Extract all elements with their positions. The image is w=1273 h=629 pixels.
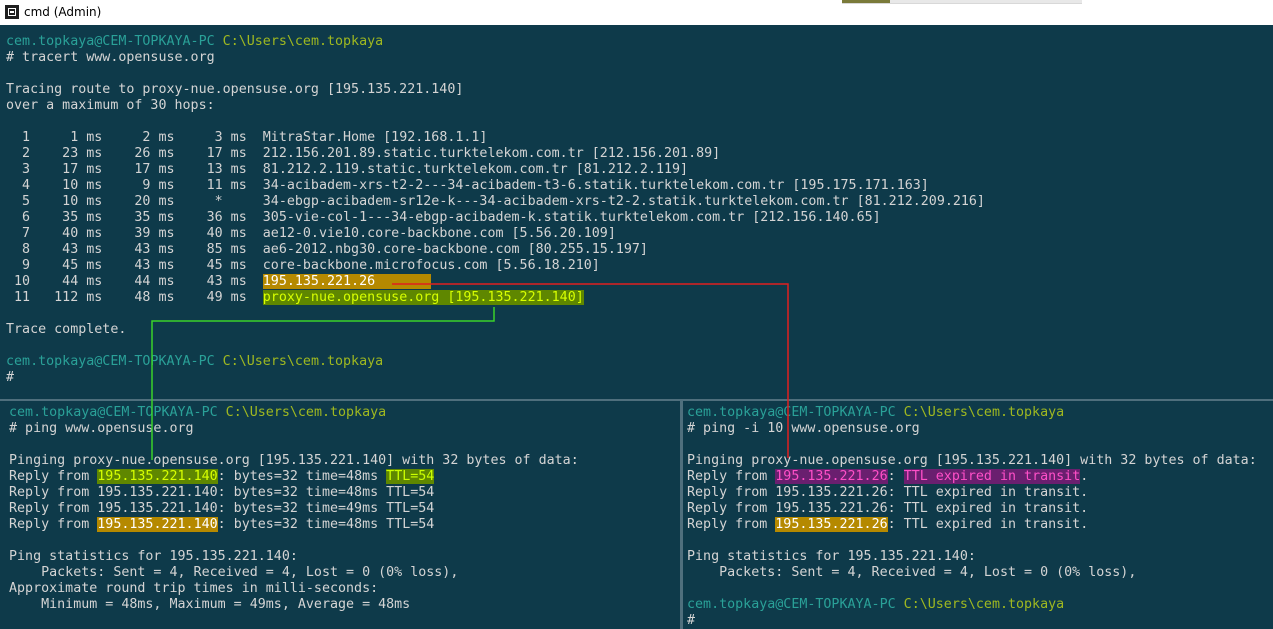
cmd-app-icon [5, 5, 19, 19]
reply-ip-highlight: 195.135.221.140 [97, 469, 218, 484]
hop-row: 3 17 ms 17 ms 13 ms 81.212.2.119.static.… [6, 162, 688, 178]
hop-host-highlight: 195.135.221.26 [262, 274, 432, 289]
min-max-avg: Minimum = 48ms, Maximum = 49ms, Average … [9, 597, 411, 612]
prompt-user: cem.topkaya@CEM-TOPKAYA-PC [6, 34, 215, 49]
hop-row: 7 40 ms 39 ms 40 ms ae12-0.vie10.core-ba… [6, 226, 616, 242]
hop-row: 1 1 ms 2 ms 3 ms MitraStar.Home [192.168… [6, 130, 487, 146]
reply-ttl-highlight: TTL=54 [386, 469, 435, 484]
pinging-line: Pinging proxy-nue.opensuse.org [195.135.… [687, 453, 1257, 468]
hop-host: ae12-0.vie10.core-backbone.com [5.56.20.… [262, 226, 616, 241]
prompt-line: cem.topkaya@CEM-TOPKAYA-PC C:\Users\cem.… [687, 597, 1064, 613]
hop-times: 11 112 ms 48 ms 49 ms [6, 290, 263, 305]
hop-times: 9 45 ms 43 ms 45 ms [6, 258, 263, 273]
ttl-expired-highlight: TTL expired in transit [903, 469, 1081, 484]
hop-times: 8 43 ms 43 ms 85 ms [6, 242, 263, 257]
taskbar-strip-accent [842, 0, 890, 3]
hop-host: 81.212.2.119.static.turktelekom.com.tr [… [262, 162, 689, 177]
reply-line: Reply from 195.135.221.26: TTL expired i… [687, 517, 1088, 533]
prompt-path: C:\Users\cem.topkaya [903, 597, 1065, 612]
trace-complete: Trace complete. [6, 322, 127, 337]
cursor-line[interactable]: # [6, 370, 14, 386]
hop-times: 2 23 ms 26 ms 17 ms [6, 146, 263, 161]
prompt-line: cem.topkaya@CEM-TOPKAYA-PC C:\Users\cem.… [6, 354, 383, 370]
reply-rest: : TTL expired in transit. [887, 517, 1089, 532]
hop-row: 8 43 ms 43 ms 85 ms ae6-2012.nbg30.core-… [6, 242, 648, 258]
terminal-pane-top[interactable]: cem.topkaya@CEM-TOPKAYA-PC C:\Users\cem.… [0, 25, 1273, 399]
pinging-line: Pinging proxy-nue.opensuse.org [195.135.… [9, 453, 579, 468]
reply-prefix: Reply from [687, 517, 776, 532]
reply-ip-highlight: 195.135.221.26 [775, 469, 888, 484]
hop-host: 305-vie-col-1---34-ebgp-acibadem-k.stati… [262, 210, 881, 225]
hop-row: 6 35 ms 35 ms 36 ms 305-vie-col-1---34-e… [6, 210, 881, 226]
stats-title: Ping statistics for 195.135.221.140: [687, 549, 976, 564]
reply-prefix: Reply from [9, 517, 98, 532]
hop-row: 9 45 ms 43 ms 45 ms core-backbone.microf… [6, 258, 600, 274]
hop-times: 3 17 ms 17 ms 13 ms [6, 162, 263, 177]
reply-line: Reply from 195.135.221.140: bytes=32 tim… [9, 485, 435, 500]
stats-packets: Packets: Sent = 4, Received = 4, Lost = … [687, 565, 1137, 580]
hop-times: 4 10 ms 9 ms 11 ms [6, 178, 263, 193]
approx-times: Approximate round trip times in milli-se… [9, 581, 379, 596]
prompt-path: C:\Users\cem.topkaya [222, 34, 384, 49]
reply-prefix: Reply from [687, 469, 776, 484]
hop-times: 7 40 ms 39 ms 40 ms [6, 226, 263, 241]
hop-times: 1 1 ms 2 ms 3 ms [6, 130, 263, 145]
stats-packets: Packets: Sent = 4, Received = 4, Lost = … [9, 565, 459, 580]
reply-line: Reply from 195.135.221.140: bytes=32 tim… [9, 517, 434, 533]
reply-line: Reply from 195.135.221.140: bytes=32 tim… [9, 501, 435, 516]
reply-line: Reply from 195.135.221.26: TTL expired i… [687, 501, 1089, 516]
command-line: # ping www.opensuse.org [9, 421, 194, 436]
prompt-path: C:\Users\cem.topkaya [225, 405, 387, 420]
title-bar: cmd (Admin) [0, 0, 1273, 25]
prompt-line: cem.topkaya@CEM-TOPKAYA-PC C:\Users\cem.… [9, 405, 386, 421]
command-line: # ping -i 10 www.opensuse.org [687, 421, 920, 436]
reply-line: Reply from 195.135.221.26: TTL expired i… [687, 485, 1089, 500]
hop-times: 5 10 ms 20 ms * [6, 194, 263, 209]
hop-row: 5 10 ms 20 ms * 34-ebgp-acibadem-sr12e-k… [6, 194, 985, 210]
prompt-line: cem.topkaya@CEM-TOPKAYA-PC C:\Users\cem.… [687, 405, 1064, 421]
prompt-user: cem.topkaya@CEM-TOPKAYA-PC [9, 405, 218, 420]
terminal-pane-right[interactable]: cem.topkaya@CEM-TOPKAYA-PC C:\Users\cem.… [683, 401, 1273, 629]
prompt-line: cem.topkaya@CEM-TOPKAYA-PC C:\Users\cem.… [6, 34, 383, 50]
hop-row-highlighted: 10 44 ms 44 ms 43 ms 195.135.221.26 [6, 274, 432, 290]
reply-rest: : bytes=32 time=48ms TTL=54 [217, 517, 435, 532]
hop-host: 34-acibadem-xrs-t2-2---34-acibadem-t3-6.… [262, 178, 929, 193]
hop-host-highlight: proxy-nue.opensuse.org [195.135.221.140] [262, 290, 584, 305]
hop-times: 10 44 ms 44 ms 43 ms [6, 274, 263, 289]
hop-times: 6 35 ms 35 ms 36 ms [6, 210, 263, 225]
cursor-line[interactable]: # [687, 613, 695, 629]
hop-host: 212.156.201.89.static.turktelekom.com.tr… [262, 146, 721, 161]
window-title: cmd (Admin) [24, 5, 102, 19]
reply-ip-highlight: 195.135.221.140 [97, 517, 218, 532]
hop-host: MitraStar.Home [192.168.1.1] [262, 130, 488, 145]
hop-host: 34-ebgp-acibadem-sr12e-k---34-acibadem-x… [262, 194, 985, 209]
hop-row: 4 10 ms 9 ms 11 ms 34-acibadem-xrs-t2-2-… [6, 178, 929, 194]
reply-line: Reply from 195.135.221.140: bytes=32 tim… [9, 469, 435, 485]
reply-prefix: Reply from [9, 469, 98, 484]
command-line: # tracert www.opensuse.org [6, 50, 215, 65]
hop-row-highlighted: 11 112 ms 48 ms 49 ms proxy-nue.opensuse… [6, 290, 584, 306]
reply-dot: . [1080, 469, 1089, 484]
hop-row: 2 23 ms 26 ms 17 ms 212.156.201.89.stati… [6, 146, 720, 162]
trace-header: Tracing route to proxy-nue.opensuse.org … [6, 82, 464, 97]
prompt-user: cem.topkaya@CEM-TOPKAYA-PC [687, 405, 896, 420]
reply-line: Reply from 195.135.221.26: TTL expired i… [687, 469, 1088, 485]
trace-max-hops: over a maximum of 30 hops: [6, 98, 215, 113]
prompt-user: cem.topkaya@CEM-TOPKAYA-PC [6, 354, 215, 369]
reply-colon: : [887, 469, 904, 484]
hop-host: core-backbone.microfocus.com [5.56.18.21… [262, 258, 600, 273]
reply-ip-highlight: 195.135.221.26 [775, 517, 888, 532]
prompt-user: cem.topkaya@CEM-TOPKAYA-PC [687, 597, 896, 612]
terminal-pane-left[interactable]: cem.topkaya@CEM-TOPKAYA-PC C:\Users\cem.… [0, 401, 680, 629]
stats-title: Ping statistics for 195.135.221.140: [9, 549, 298, 564]
prompt-path: C:\Users\cem.topkaya [903, 405, 1065, 420]
reply-middle: : bytes=32 time=48ms [217, 469, 387, 484]
prompt-path: C:\Users\cem.topkaya [222, 354, 384, 369]
hop-host: ae6-2012.nbg30.core-backbone.com [80.255… [262, 242, 648, 257]
